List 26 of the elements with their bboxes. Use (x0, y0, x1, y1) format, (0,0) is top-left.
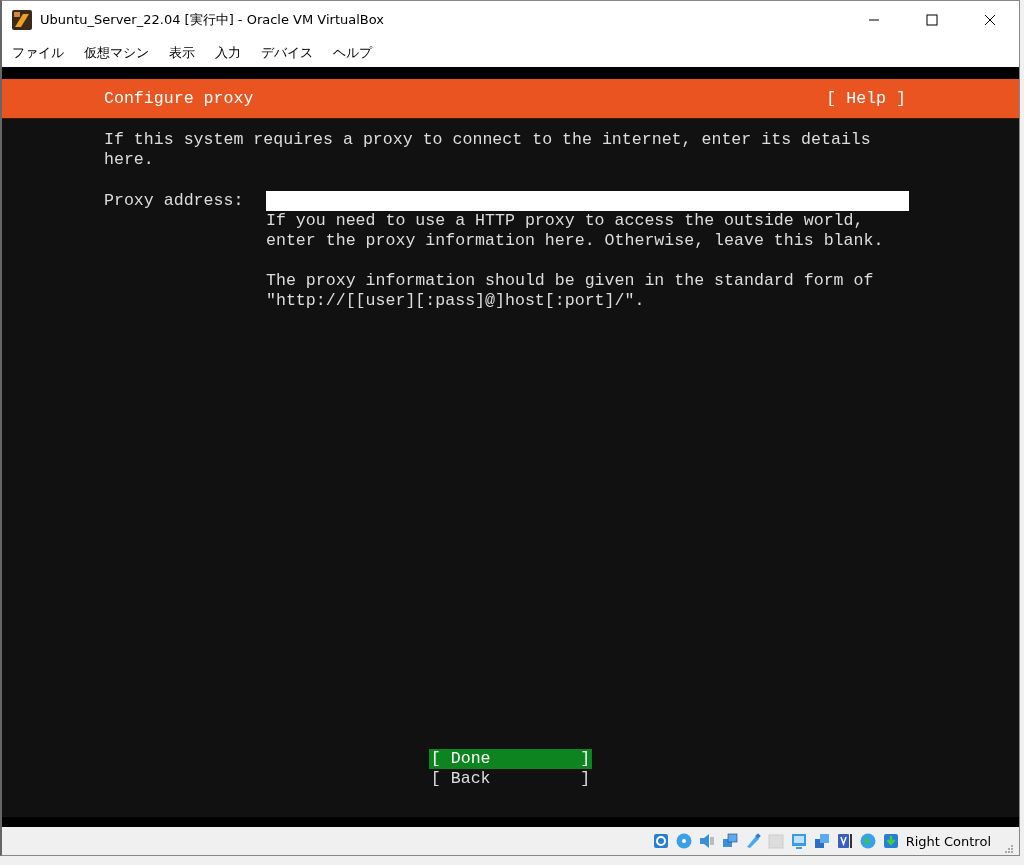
menu-item[interactable]: 入力 (215, 44, 241, 62)
menu-item[interactable]: ファイル (12, 44, 64, 62)
menu-button[interactable]: [ Back ] (428, 769, 593, 789)
menu-item[interactable]: デバイス (261, 44, 313, 62)
cpu-icon[interactable] (835, 832, 854, 850)
help-text: If you need to use a HTTP proxy to access the outside world, enter the proxy information here. Otherwise, leave this blank. (266, 211, 885, 251)
app-icon (12, 10, 32, 30)
maximize-icon (926, 14, 938, 26)
screen-title: Configure proxy (104, 88, 254, 109)
keyboard-capture-icon[interactable] (881, 832, 900, 850)
optical-disc-icon[interactable] (674, 832, 693, 850)
help-text: The proxy information should be given in the standard form of "http://[[user][:pass]@]host[:port]/". (266, 271, 875, 311)
proxy-address-field[interactable] (266, 191, 909, 211)
close-icon (984, 14, 996, 26)
window-title: Ubuntu_Server_22.04 [実行中] - Oracle VM VirtualBox (40, 11, 385, 29)
help-button[interactable]: [ Help ] (826, 88, 906, 109)
menu-button[interactable]: [ Done ] (428, 749, 593, 769)
speaker-icon[interactable] (697, 832, 716, 850)
field-label: Proxy address: (104, 191, 245, 212)
intro-text: If this system requires a proxy to connect to the internet, enter its details here. (104, 130, 872, 170)
resize-grip-icon (1003, 843, 1013, 853)
display-icon[interactable] (789, 832, 808, 850)
host-key-label: Right Control (905, 833, 991, 849)
menu-item[interactable]: 仮想マシン (84, 44, 149, 62)
menu-item[interactable]: 表示 (169, 44, 195, 62)
menu-item[interactable]: ヘルプ (333, 44, 372, 62)
